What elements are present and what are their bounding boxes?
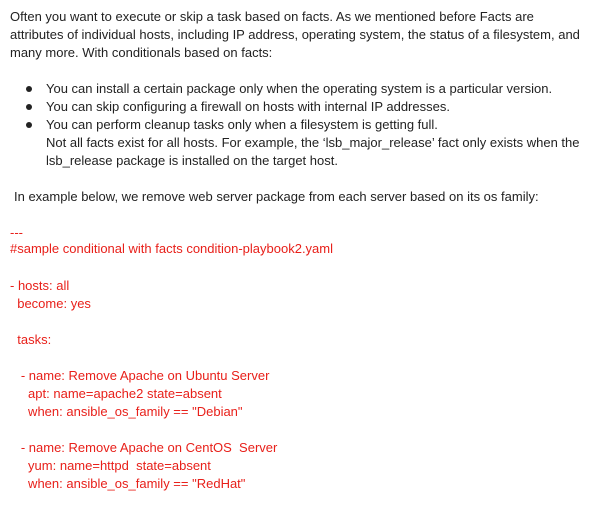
code-task2-yum: yum: name=httpd state=absent: [10, 458, 211, 473]
list-item-text: You can install a certain package only w…: [46, 81, 553, 96]
code-tasks: tasks:: [10, 332, 52, 347]
intro-paragraph: Often you want to execute or skip a task…: [10, 9, 580, 60]
list-item-text: You can skip configuring a firewall on h…: [46, 99, 450, 114]
document: Often you want to execute or skip a task…: [0, 0, 591, 519]
bullet-icon: [26, 86, 32, 92]
list-item: You can perform cleanup tasks only when …: [26, 116, 584, 134]
code-become: become: yes: [10, 296, 91, 311]
code-task1-apt: apt: name=apache2 state=absent: [10, 386, 222, 401]
code-task2-name: - name: Remove Apache on CentOS Server: [10, 440, 278, 455]
bullet-icon: [26, 104, 32, 110]
list-item-text: You can perform cleanup tasks only when …: [46, 117, 438, 132]
example-intro: In example below, we remove web server p…: [14, 189, 539, 204]
bullet-icon: [26, 122, 32, 128]
code-task1-when: when: ansible_os_family == "Debian": [10, 404, 243, 419]
code-task1-name: - name: Remove Apache on Ubuntu Server: [10, 368, 270, 383]
facts-note: Not all facts exist for all hosts. For e…: [46, 135, 580, 168]
code-comment: #sample conditional with facts condition…: [10, 241, 334, 256]
list-item: You can skip configuring a firewall on h…: [26, 98, 584, 116]
facts-bullet-list: You can install a certain package only w…: [26, 80, 584, 134]
list-item: You can install a certain package only w…: [26, 80, 584, 98]
code-task2-when: when: ansible_os_family == "RedHat": [10, 476, 246, 491]
code-hosts: - hosts: all: [10, 278, 70, 293]
